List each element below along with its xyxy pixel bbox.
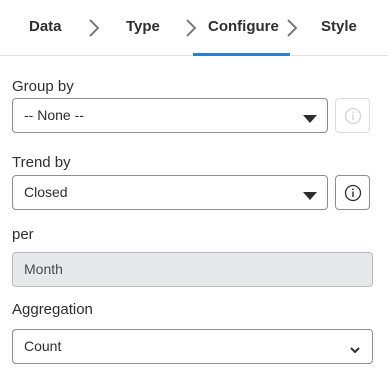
chevron-right-icon (183, 18, 199, 38)
tab-type[interactable]: Type (126, 16, 160, 38)
group-by-value: -- None -- (24, 107, 84, 123)
trend-by-label: Trend by (12, 154, 71, 171)
trend-by-select[interactable]: Closed (12, 175, 328, 210)
per-value: Month (24, 261, 63, 277)
info-circle-icon (344, 107, 362, 125)
aggregation-value: Count (24, 338, 62, 354)
wizard-steps: Data Type Configure Style (0, 0, 388, 56)
trend-by-value: Closed (24, 184, 68, 200)
per-field: Month (12, 252, 373, 287)
trend-by-info-button[interactable] (335, 175, 370, 210)
info-circle-icon (344, 184, 362, 202)
group-by-label: Group by (12, 78, 74, 95)
chevron-right-icon (86, 18, 102, 38)
group-by-select[interactable]: -- None -- (12, 98, 328, 133)
caret-down-icon (303, 188, 317, 200)
aggregation-select[interactable]: Count (12, 329, 373, 364)
aggregation-label: Aggregation (12, 301, 93, 318)
tab-data[interactable]: Data (29, 16, 62, 38)
caret-down-icon (303, 111, 317, 123)
active-tab-indicator (193, 53, 290, 56)
group-by-info-button[interactable] (335, 98, 370, 133)
tab-style[interactable]: Style (321, 16, 357, 38)
chevron-down-icon (348, 342, 362, 354)
tab-configure[interactable]: Configure (208, 16, 279, 38)
chevron-right-icon (284, 18, 300, 38)
per-label: per (12, 226, 34, 243)
